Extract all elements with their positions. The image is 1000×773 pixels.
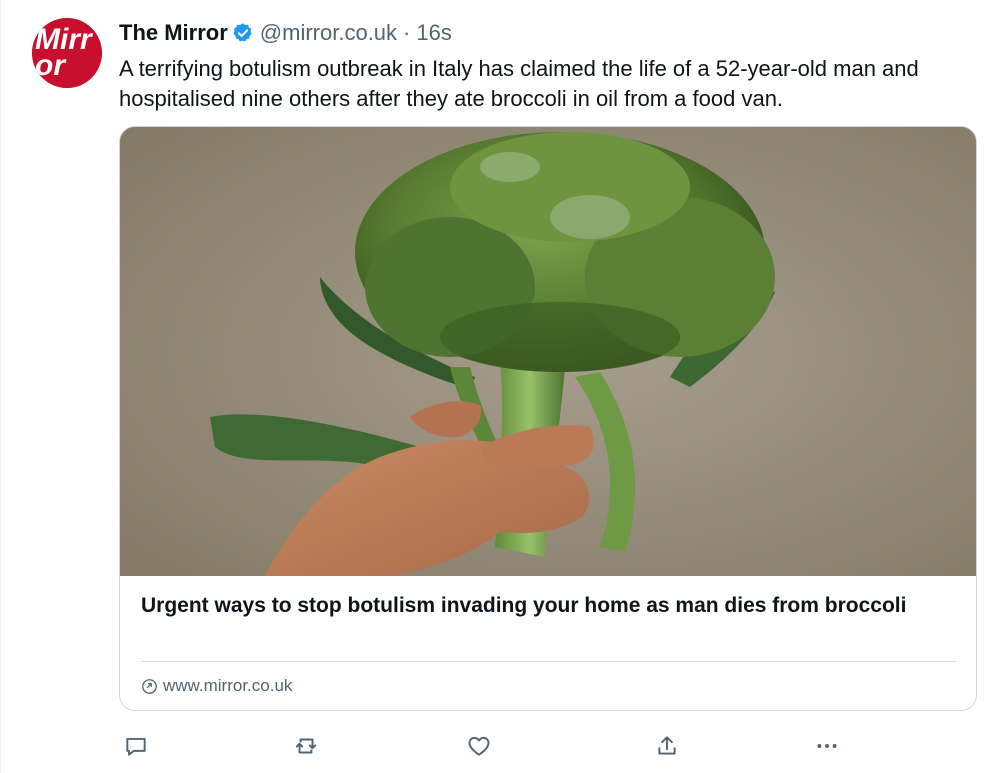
author-avatar[interactable]: Mirr or: [32, 18, 102, 88]
card-domain-text: www.mirror.co.uk: [163, 676, 293, 695]
card-title[interactable]: Urgent ways to stop botulism invading yo…: [141, 591, 951, 621]
reply-button[interactable]: [119, 729, 153, 763]
post-header: The Mirror @mirror.co.uk · 16s: [119, 18, 452, 48]
mirror-logo-icon: Mirr or: [32, 18, 102, 88]
header-separator: ·: [403, 20, 411, 45]
post-text: A terrifying botulism outbreak in Italy …: [119, 56, 919, 111]
repost-button[interactable]: [289, 729, 323, 763]
heart-icon: [468, 736, 490, 756]
link-icon: [142, 678, 157, 694]
card-divider: [141, 661, 956, 662]
share-button[interactable]: [650, 729, 684, 763]
post-timestamp[interactable]: 16s: [416, 20, 451, 46]
author-name[interactable]: The Mirror: [119, 20, 228, 46]
card-domain[interactable]: www.mirror.co.uk: [141, 675, 292, 697]
action-bar: [119, 729, 849, 763]
link-card[interactable]: Urgent ways to stop botulism invading yo…: [119, 126, 977, 711]
verified-badge-icon: [233, 23, 252, 42]
post[interactable]: Mirr or The Mirror @mirror.co.uk · 16s A…: [0, 0, 1000, 773]
share-icon: [658, 736, 676, 755]
card-image[interactable]: [120, 127, 976, 576]
more-icon: [817, 744, 837, 748]
reply-icon: [126, 737, 146, 756]
more-button[interactable]: [810, 729, 844, 763]
author-handle[interactable]: @mirror.co.uk: [260, 20, 397, 46]
like-button[interactable]: [462, 729, 496, 763]
svg-text:or: or: [35, 49, 67, 82]
repost-icon: [295, 738, 317, 754]
